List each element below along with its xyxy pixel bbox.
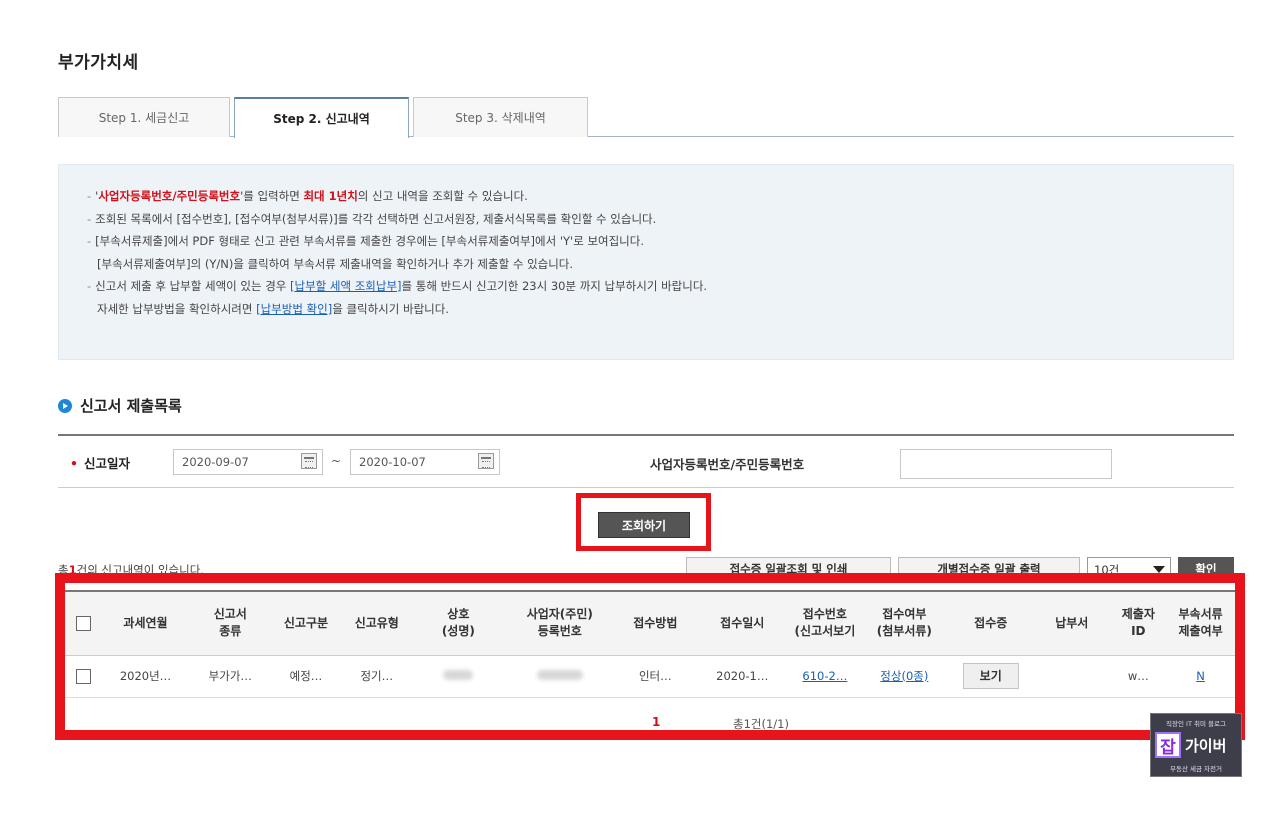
calendar-icon[interactable] [301, 453, 317, 469]
tab-step3[interactable]: Step 3. 삭제내역 [413, 97, 588, 137]
bullet: - [87, 279, 92, 293]
info-highlight: 사업자등록번호/주민등록번호 [98, 189, 241, 203]
pay-tax-link[interactable]: [납부할 세액 조회납부] [290, 279, 402, 293]
highlight-frame [55, 573, 1245, 740]
arrow-circle-icon [58, 398, 72, 413]
info-line-2: - 조회된 목록에서 [접수번호], [접수여부(첨부서류)]를 각각 선택하면 … [87, 211, 657, 226]
bullet: - [87, 211, 92, 226]
search-panel: • 신고일자 2020-09-07 ~ 2020-10-07 사업자등록번호/주민… [58, 434, 1234, 488]
payment-method-link[interactable]: [납부방법 확인] [256, 302, 332, 316]
watermark-logo: 직장인 IT 취미 블로그 잡 가이버 부동산 세금 자전거 [1150, 713, 1242, 777]
bullet: - [87, 189, 92, 203]
step-tabs: Step 1. 세금신고 Step 2. 신고내역 Step 3. 삭제내역 [58, 97, 1234, 138]
section-title: 신고서 제출목록 [58, 395, 182, 416]
page-title: 부가가치세 [58, 53, 139, 73]
query-button[interactable]: 조회하기 [598, 512, 690, 538]
tab-step2[interactable]: Step 2. 신고내역 [234, 97, 409, 138]
info-line-3: - [부속서류제출]에서 PDF 형태로 신고 관련 부속서류를 제출한 경우에는… [87, 234, 645, 248]
info-line-4: [부속서류제출여부]의 (Y/N)을 클릭하여 부속서류 제출내역을 확인하거나… [97, 256, 574, 271]
tab-step1[interactable]: Step 1. 세금신고 [58, 97, 230, 137]
calendar-icon[interactable] [478, 453, 494, 469]
info-line-1: - '사업자등록번호/주민등록번호'를 입력하면 최대 1년치의 신고 내역을 조… [87, 189, 528, 203]
biz-number-label: 사업자등록번호/주민등록번호 [650, 457, 805, 472]
info-line-6: 자세한 납부방법을 확인하시려면 [납부방법 확인]을 클릭하시기 바랍니다. [97, 301, 449, 316]
date-separator: ~ [331, 454, 342, 468]
info-highlight: 최대 1년치 [303, 189, 358, 203]
info-line-5: - 신고서 제출 후 납부할 세액이 있는 경우 [납부할 세액 조회납부]를 통… [87, 279, 708, 293]
bullet: - [87, 234, 92, 248]
info-box: - '사업자등록번호/주민등록번호'를 입력하면 최대 1년치의 신고 내역을 조… [58, 164, 1234, 360]
date-label: • 신고일자 [70, 456, 131, 471]
biz-number-input[interactable] [900, 449, 1112, 479]
